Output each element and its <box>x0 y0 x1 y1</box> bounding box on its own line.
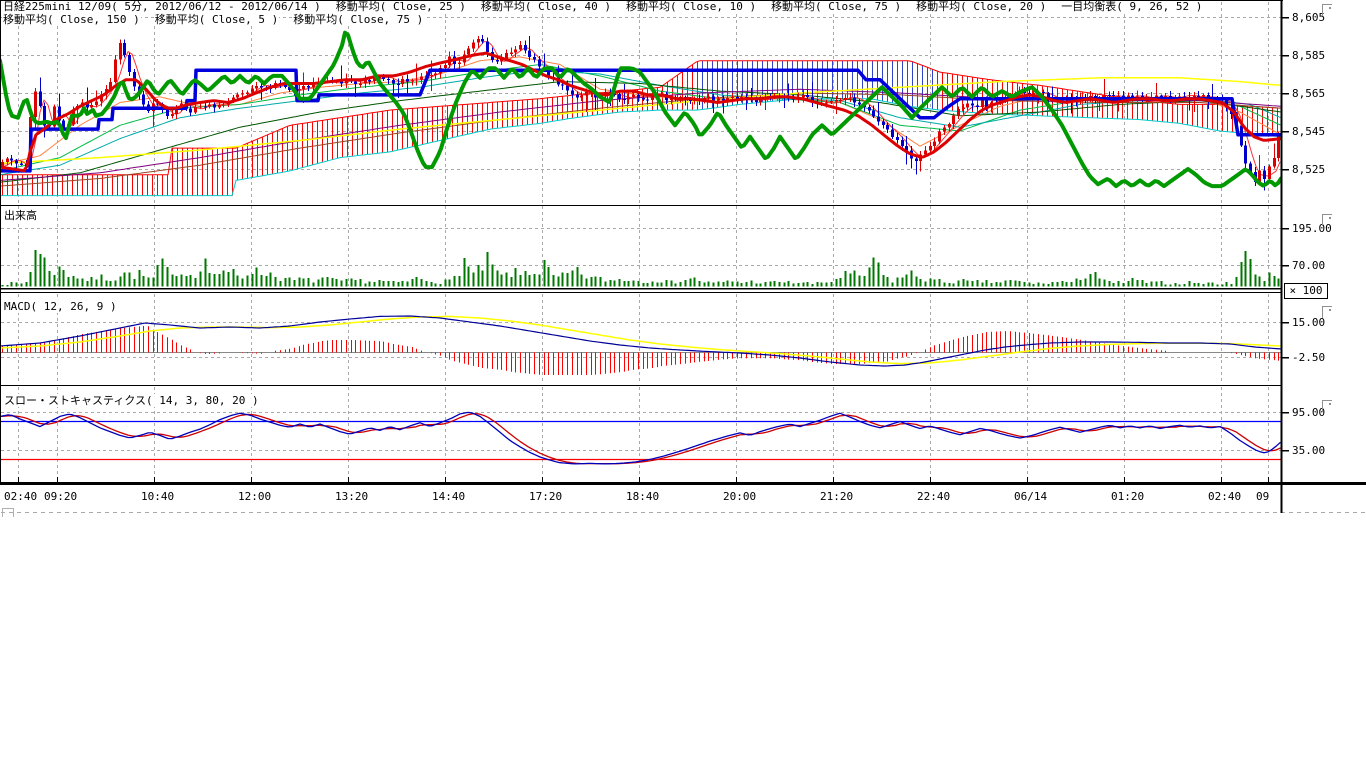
legend-ma75b: 移動平均( Close, 75 ) <box>292 14 424 26</box>
chart-legend-line1: 日経225mini 12/09( 5分, 2012/06/12 - 2012/0… <box>2 1 1216 13</box>
time-axis-label: 02:40 <box>1208 490 1241 503</box>
legend-ma75: 移動平均( Close, 75 ) <box>770 1 902 13</box>
chart-canvas[interactable] <box>0 0 1366 520</box>
time-axis-label: 14:40 <box>432 490 465 503</box>
time-axis-label: 06/14 <box>1014 490 1047 503</box>
panel-adjust-icon[interactable] <box>1322 306 1332 318</box>
time-axis-label: 09 <box>1256 490 1269 503</box>
legend-ma150: 移動平均( Close, 150 ) <box>2 14 141 26</box>
panel-adjust-icon[interactable] <box>1322 214 1332 226</box>
time-axis-label: 09:20 <box>44 490 77 503</box>
price-axis-label: 8,545 <box>1292 125 1325 138</box>
price-axis-label: 8,605 <box>1292 11 1325 24</box>
macd-panel-label: MACD( 12, 26, 9 ) <box>2 300 119 313</box>
chart-window: 日経225mini 12/09( 5分, 2012/06/12 - 2012/0… <box>0 0 1366 768</box>
macd-axis-label: 15.00 <box>1292 316 1325 329</box>
volume-bars <box>3 250 1279 287</box>
macd-series <box>0 316 1281 375</box>
legend-symbol: 日経225mini 12/09( 5分, 2012/06/12 - 2012/0… <box>2 1 322 13</box>
time-axis-label: 02:40 <box>4 490 37 503</box>
gridlines <box>1 2 1366 513</box>
stoch-panel-label: スロー・ストキャスティクス( 14, 3, 80, 20 ) <box>2 394 261 407</box>
legend-ma5: 移動平均( Close, 5 ) <box>154 14 279 26</box>
volume-axis-label: 70.00 <box>1292 259 1325 272</box>
legend-ma20: 移動平均( Close, 20 ) <box>915 1 1047 13</box>
time-axis-label: 01:20 <box>1111 490 1144 503</box>
legend-ma40: 移動平均( Close, 40 ) <box>480 1 612 13</box>
time-axis-label: 12:00 <box>238 490 271 503</box>
volume-panel-label: 出来高 <box>2 209 39 222</box>
time-axis-label: 13:20 <box>335 490 368 503</box>
price-axis-label: 8,585 <box>1292 49 1325 62</box>
time-axis-label: 20:00 <box>723 490 756 503</box>
legend-ma25: 移動平均( Close, 25 ) <box>335 1 467 13</box>
stochastics-series <box>0 412 1281 464</box>
volume-multiplier-badge: × 100 <box>1284 283 1328 299</box>
price-axis-label: 8,525 <box>1292 163 1325 176</box>
time-axis-label: 22:40 <box>917 490 950 503</box>
time-axis-label: 21:20 <box>820 490 853 503</box>
legend-ma10: 移動平均( Close, 10 ) <box>625 1 757 13</box>
legend-ichimoku: 一目均衡表( 9, 26, 52 ) <box>1060 1 1203 13</box>
macd-axis-label: -2.50 <box>1292 351 1325 364</box>
time-axis-label: 17:20 <box>529 490 562 503</box>
chart-legend-line2: 移動平均( Close, 150 ) 移動平均( Close, 5 ) 移動平均… <box>2 14 437 26</box>
price-axis-label: 8,565 <box>1292 87 1325 100</box>
stoch-axis-label: 95.00 <box>1292 406 1325 419</box>
panel-adjust-icon[interactable] <box>1322 400 1332 412</box>
time-axis-label: 18:40 <box>626 490 659 503</box>
stoch-axis-label: 35.00 <box>1292 444 1325 457</box>
scroll-endcap-icon[interactable] <box>2 508 14 517</box>
panel-adjust-icon[interactable] <box>1322 4 1332 16</box>
time-axis-label: 10:40 <box>141 490 174 503</box>
